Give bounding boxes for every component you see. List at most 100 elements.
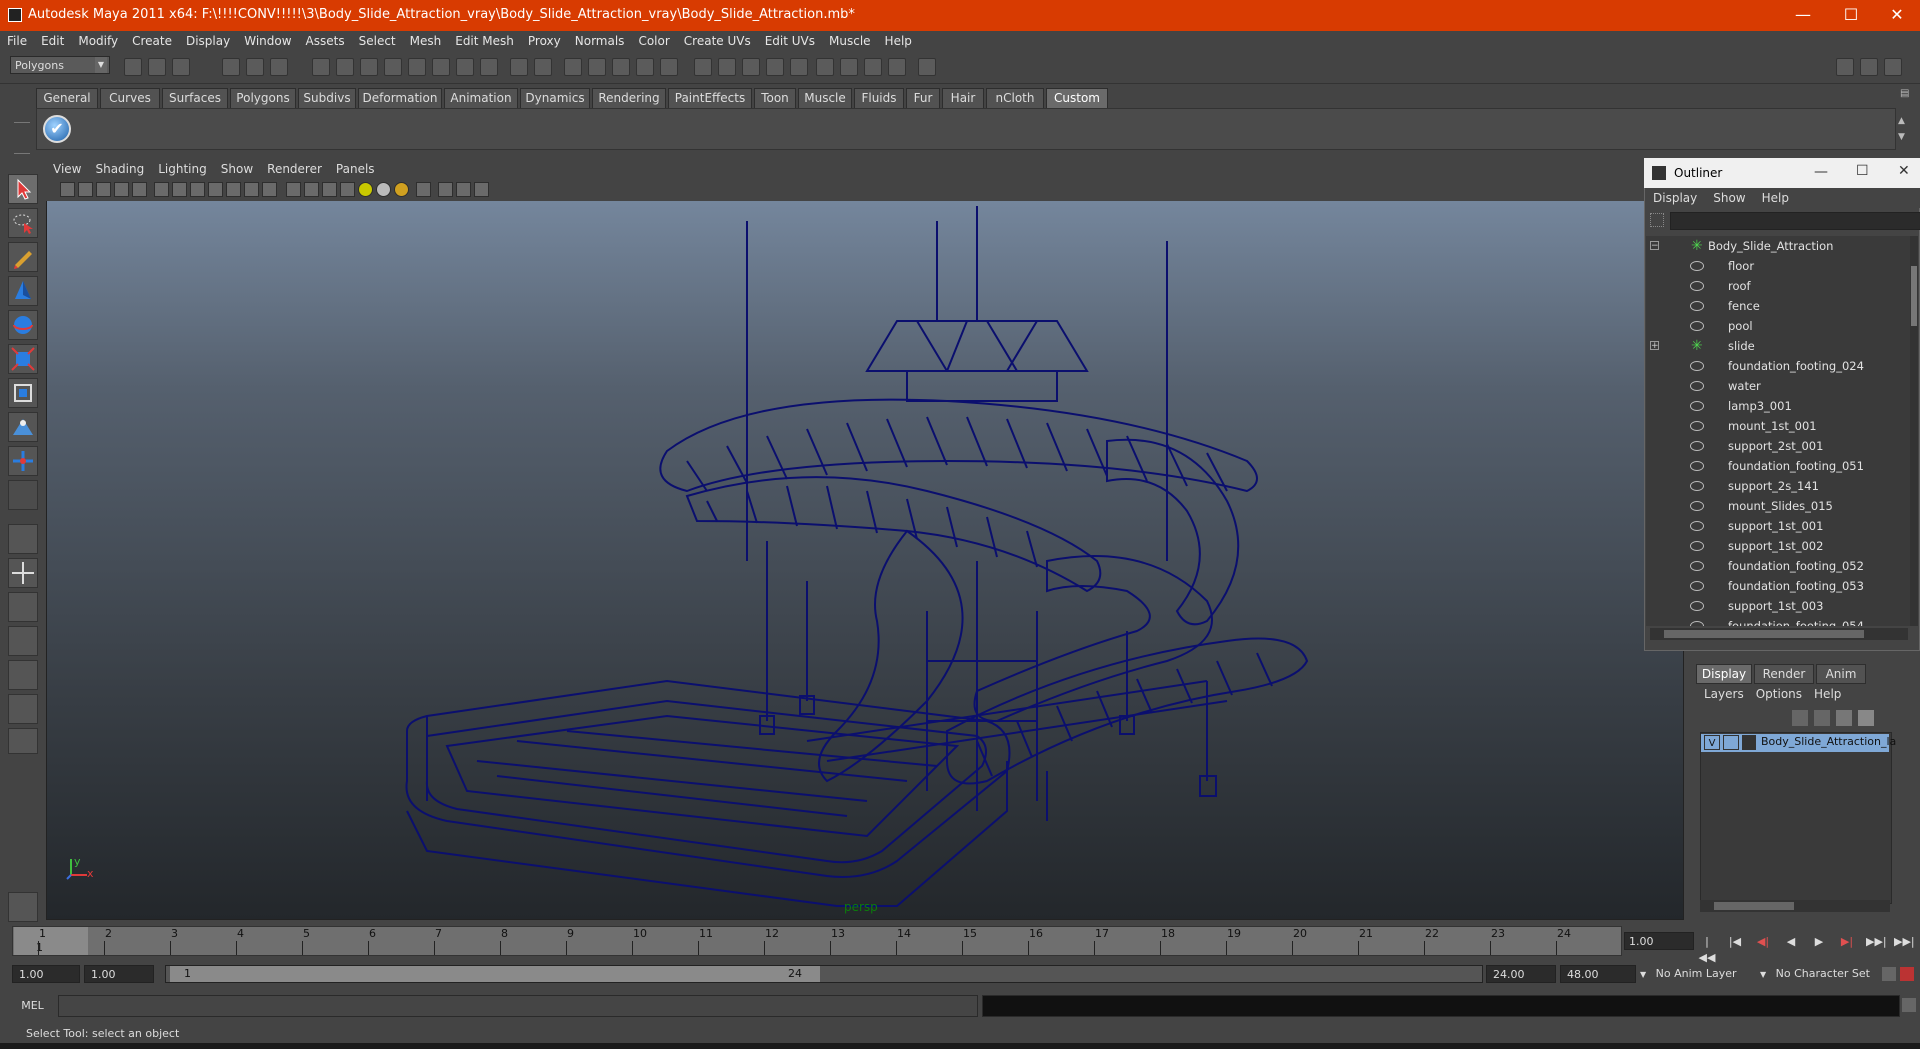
outliner-row-pool[interactable]: pool (1646, 316, 1910, 336)
playback-start-field[interactable]: 1.00 (84, 965, 154, 983)
outliner-row-mount-slides-015[interactable]: mount_Slides_015 (1646, 496, 1910, 516)
perspective-viewport[interactable]: y x (46, 160, 1684, 920)
step-forward-key-button[interactable]: ▶▶| (1866, 934, 1887, 950)
four-pane-layout-icon[interactable] (8, 558, 38, 588)
outliner-row-foundation-footing-054[interactable]: foundation_footing_054 (1646, 616, 1910, 626)
menu-modify[interactable]: Modify (71, 31, 125, 51)
single-pane-layout-icon[interactable] (8, 524, 38, 554)
outliner-row-foundation-footing-053[interactable]: foundation_footing_053 (1646, 576, 1910, 596)
menu-help[interactable]: Help (878, 31, 919, 51)
menu-proxy[interactable]: Proxy (521, 31, 568, 51)
playback-end-field[interactable]: 24.00 (1486, 965, 1556, 983)
xray-joints-icon[interactable] (456, 182, 471, 197)
snap-point-icon[interactable] (360, 58, 378, 76)
layer-tab-anim[interactable]: Anim (1816, 664, 1866, 684)
shelf-scroll-up-icon[interactable]: ▲ (1898, 116, 1912, 128)
menu-muscle[interactable]: Muscle (822, 31, 878, 51)
safe-action-icon[interactable] (244, 182, 259, 197)
shelf-tab-fur[interactable]: Fur (906, 88, 940, 108)
outliner-row-lamp3-001[interactable]: lamp3_001 (1646, 396, 1910, 416)
viewport-menu-show[interactable]: Show (214, 160, 260, 179)
shelf-tab-toon[interactable]: Toon (754, 88, 796, 108)
script-editor-icon[interactable] (1902, 998, 1916, 1012)
auto-key-icon[interactable] (1900, 967, 1914, 981)
shelf-tab-rendering[interactable]: Rendering (592, 88, 666, 108)
outliner-row-fence[interactable]: fence (1646, 296, 1910, 316)
move-tool-icon[interactable] (8, 276, 38, 306)
outliner-close-button[interactable]: ✕ (1898, 163, 1910, 179)
gate-mask-icon[interactable] (208, 182, 223, 197)
magnet-alt-icon[interactable] (660, 58, 678, 76)
menu-set-dropdown[interactable]: Polygons ▼ (10, 56, 110, 74)
selection-lock-icon[interactable] (534, 58, 552, 76)
shelf-tab-ncloth[interactable]: nCloth (986, 88, 1044, 108)
checkmark-shelf-icon[interactable]: ✔ (43, 115, 71, 143)
save-scene-icon[interactable] (172, 58, 190, 76)
filter-icon[interactable] (1650, 213, 1664, 227)
shelf-menu-icon[interactable]: ▤ (1900, 88, 1914, 104)
expand-icon[interactable]: + (1650, 341, 1659, 351)
all-lights-icon[interactable] (376, 182, 391, 197)
play-backwards-button[interactable]: ◀ (1782, 934, 1800, 950)
rotate-tool-icon[interactable] (8, 310, 38, 340)
go-to-start-button[interactable]: |◀◀ (1698, 934, 1716, 964)
show-tool-settings-icon[interactable] (1884, 58, 1902, 76)
shelf-tab-general[interactable]: General (36, 88, 98, 108)
camera-attributes-icon[interactable] (78, 182, 93, 197)
layouts-more-icon[interactable] (8, 728, 38, 754)
select-object-icon[interactable] (246, 58, 264, 76)
new-layer-selected-icon[interactable] (1858, 710, 1874, 726)
layer-tab-display[interactable]: Display (1696, 664, 1752, 684)
textured-icon[interactable] (340, 182, 355, 197)
show-manipulator-icon[interactable] (8, 446, 38, 476)
menu-file[interactable]: File (0, 31, 34, 51)
make-live-icon[interactable] (408, 58, 426, 76)
outliner-row-roof[interactable]: roof (1646, 276, 1910, 296)
uv-layout-icon[interactable] (8, 694, 38, 724)
wireframe-on-shaded-icon[interactable] (322, 182, 337, 197)
render-globals-icon[interactable] (888, 58, 906, 76)
shelf-tab-fluids[interactable]: Fluids (854, 88, 904, 108)
shelf-tab-muscle[interactable]: Muscle (798, 88, 852, 108)
menu-normals[interactable]: Normals (568, 31, 632, 51)
outliner-row-foundation-footing-024[interactable]: foundation_footing_024 (1646, 356, 1910, 376)
layer-menu-options[interactable]: Options (1750, 684, 1808, 704)
command-input[interactable] (58, 995, 978, 1017)
outliner-row-support-2s-141[interactable]: support_2s_141 (1646, 476, 1910, 496)
shelf-tab-deformation[interactable]: Deformation (358, 88, 442, 108)
anim-layer-dropdown[interactable]: ▼ No Anim Layer (1640, 965, 1764, 983)
shelf-handle[interactable] (14, 122, 30, 154)
snap-curve-icon[interactable] (336, 58, 354, 76)
mask-icon[interactable] (432, 58, 450, 76)
selected-lights-icon[interactable] (394, 182, 409, 197)
viewport-menu-panels[interactable]: Panels (329, 160, 382, 179)
outliner-row-support-1st-001[interactable]: support_1st_001 (1646, 516, 1910, 536)
question-icon[interactable] (480, 58, 498, 76)
viewport-menu-view[interactable]: View (46, 160, 88, 179)
outliner-row-body-slide-attraction[interactable]: − ✳ Body_Slide_Attraction (1646, 236, 1910, 256)
key-icon[interactable] (1882, 967, 1896, 981)
minimize-button[interactable]: — (1780, 0, 1826, 31)
layer-visibility-toggle[interactable]: V (1704, 735, 1720, 750)
snap-view-icon[interactable] (384, 58, 402, 76)
quick-layout-icon[interactable] (8, 892, 38, 922)
2d-pan-zoom-icon[interactable] (132, 182, 147, 197)
shelf-tab-polygons[interactable]: Polygons (230, 88, 296, 108)
command-language-label[interactable]: MEL (10, 997, 55, 1015)
menu-create-uvs[interactable]: Create UVs (677, 31, 758, 51)
outliner-menu-help[interactable]: Help (1754, 188, 1797, 208)
shelf-tab-surfaces[interactable]: Surfaces (162, 88, 228, 108)
menu-edit-uvs[interactable]: Edit UVs (758, 31, 822, 51)
step-back-frame-button[interactable]: ◀| (1754, 934, 1772, 950)
move-layer-down-icon[interactable] (1814, 710, 1830, 726)
bookmark-icon[interactable] (96, 182, 111, 197)
wireframe-shading-icon[interactable] (286, 182, 301, 197)
render-view-icon[interactable] (694, 58, 712, 76)
history-icon[interactable] (588, 58, 606, 76)
outliner-row-foundation-footing-052[interactable]: foundation_footing_052 (1646, 556, 1910, 576)
menu-select[interactable]: Select (352, 31, 403, 51)
outliner-row-support-1st-003[interactable]: support_1st_003 (1646, 596, 1910, 616)
image-plane-icon[interactable] (114, 182, 129, 197)
start-time-field[interactable]: 1.00 (12, 965, 80, 983)
current-frame-field[interactable]: 1.00 (1624, 932, 1694, 950)
